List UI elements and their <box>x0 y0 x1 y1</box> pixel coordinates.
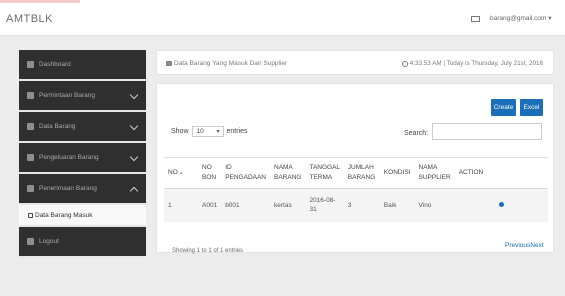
sidebar-item-pengeluaran-barang[interactable]: Pengeluaran Barang <box>19 143 146 174</box>
clipboard-icon <box>27 92 34 99</box>
sidebar-item-label: Permintaan Barang <box>39 92 96 99</box>
cell-nama-barang: kertas <box>270 188 306 222</box>
chevron-down-icon <box>129 121 139 131</box>
sidebar-item-label: Logout <box>39 238 59 245</box>
cell-tanggal: 2016-08-31 <box>305 188 344 222</box>
cell-kondisi: Baik <box>379 188 415 222</box>
column-header-kondisi[interactable]: KONDISI <box>379 157 415 189</box>
lock-icon <box>28 212 33 218</box>
table-region: Create Excel Show 10 entries Search: NO▲… <box>156 50 554 280</box>
column-header-no-bon[interactable]: NO BON <box>198 157 222 189</box>
chevron-down-icon <box>129 90 139 100</box>
column-header-tanggal-terma[interactable]: TANGGAL TERMA <box>305 157 344 189</box>
cell-jumlah: 3 <box>343 188 380 222</box>
sidebar-subitem-data-barang-masuk[interactable]: Data Barang Masuk <box>19 205 146 227</box>
table-info: Showing 1 to 1 of 1 entries <box>172 248 244 254</box>
brand-logo[interactable]: AMTBLK <box>6 13 53 25</box>
sidebar-subitem-label: Data Barang Masuk <box>35 211 93 219</box>
mail-icon[interactable] <box>471 16 480 22</box>
sidebar-item-label: Data Barang <box>39 123 76 130</box>
view-icon[interactable] <box>498 201 504 207</box>
show-label: Show <box>171 128 189 135</box>
sidebar-item-label: Pengeluaran Barang <box>39 154 99 161</box>
cell-action <box>454 188 548 222</box>
boxes-icon <box>27 123 34 130</box>
column-header-nama-barang[interactable]: NAMA BARANG <box>270 157 306 189</box>
sort-icon: ▲ <box>178 170 184 176</box>
inbox-icon <box>27 185 34 192</box>
sidebar-item-label: Penerimaan Barang <box>39 185 97 192</box>
cell-no-bon: A001 <box>198 188 222 222</box>
sidebar-item-permintaan-barang[interactable]: Permintaan Barang <box>19 81 146 112</box>
page-length-select[interactable]: 10 <box>191 126 224 137</box>
table-row[interactable]: 1 A001 b001 kertas 2016-08-31 3 Baik Vin… <box>164 188 548 222</box>
column-header-action[interactable]: ACTION <box>454 157 548 189</box>
sidebar-item-dashboard[interactable]: Dashboard <box>19 50 146 81</box>
search-input[interactable] <box>432 123 542 140</box>
cell-no: 1 <box>164 188 198 222</box>
home-icon <box>27 61 34 68</box>
search-label: Search: <box>404 130 429 137</box>
sidebar-item-penerimaan-barang[interactable]: Penerimaan Barang <box>19 174 146 205</box>
list-icon <box>27 154 34 161</box>
column-header-id-pengadaan[interactable]: ID PENGADAAN <box>221 157 270 189</box>
excel-export-button[interactable]: Excel <box>520 99 543 116</box>
top-navbar: AMTBLK barang@gmail.com ▾ <box>0 0 565 36</box>
sidebar-item-label: Dashboard <box>39 61 71 68</box>
pagination[interactable]: PreviousNext <box>505 242 544 249</box>
cell-supplier: Vino <box>414 188 455 222</box>
column-header-no[interactable]: NO▲ <box>164 157 198 189</box>
logout-icon <box>27 238 34 245</box>
chevron-up-icon <box>129 186 139 196</box>
sidebar: Dashboard Permintaan Barang Data Barang … <box>19 50 146 258</box>
column-header-jumlah-barang[interactable]: JUMLAH BARANG <box>343 157 380 189</box>
sidebar-item-data-barang[interactable]: Data Barang <box>19 112 146 143</box>
column-header-nama-supplier[interactable]: NAMA SUPPLIER <box>414 157 455 189</box>
user-menu[interactable]: barang@gmail.com ▾ <box>490 14 552 22</box>
sidebar-item-logout[interactable]: Logout <box>19 227 146 258</box>
create-button[interactable]: Create <box>491 99 516 116</box>
page-length-control: Show 10 entries <box>171 126 248 137</box>
table-header-row: NO▲ NO BON ID PENGADAAN NAMA BARANG TANG… <box>164 157 548 189</box>
data-table: NO▲ NO BON ID PENGADAAN NAMA BARANG TANG… <box>164 157 548 222</box>
entries-label: entries <box>226 128 248 135</box>
cell-id-pengadaan: b001 <box>221 188 270 222</box>
chevron-down-icon <box>129 152 139 162</box>
